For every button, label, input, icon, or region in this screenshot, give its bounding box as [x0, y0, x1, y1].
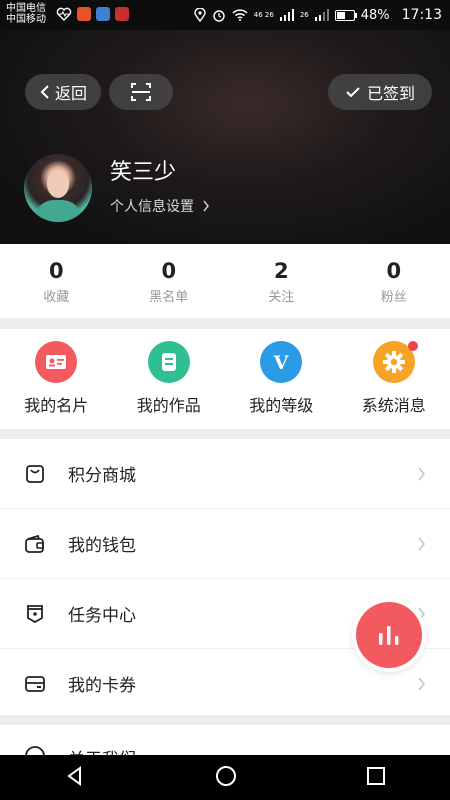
circle-home-icon [215, 765, 236, 786]
alarm-icon [213, 10, 225, 22]
heart-rate-icon [56, 7, 72, 21]
location-icon [194, 8, 206, 22]
id-card-icon [35, 341, 78, 383]
quick-actions: 我的名片 我的作品 V 我的等级 系统消息 [0, 329, 450, 429]
notification-icons [56, 7, 129, 21]
chevron-right-icon [203, 200, 209, 212]
stat-following[interactable]: 2 关注 [225, 244, 338, 318]
stat-blacklist[interactable]: 0 黑名单 [113, 244, 226, 318]
stat-label: 黑名单 [149, 290, 189, 305]
carrier-2: 中国移动 [6, 14, 46, 25]
menu-label: 关于我们 [68, 745, 136, 755]
menu-list: 积分商城 我的钱包 任务中心 我的卡券 [0, 439, 450, 719]
menu-points-mall[interactable]: 积分商城 [0, 439, 450, 509]
back-label: 返回 [54, 84, 87, 103]
app-notification-icon [77, 7, 91, 21]
quick-my-card[interactable]: 我的名片 [0, 329, 113, 429]
stat-label: 关注 [268, 290, 295, 305]
svg-text:V: V [273, 353, 290, 371]
triangle-back-icon [67, 765, 82, 786]
level-v-icon: V [260, 341, 303, 383]
network-type: 46 26 [253, 10, 274, 19]
stat-value: 0 [386, 259, 402, 283]
floating-chart-button[interactable] [356, 602, 422, 668]
scan-button[interactable] [109, 74, 173, 110]
wallet-icon [24, 533, 46, 555]
status-bar: 中国电信 中国移动 46 26 26 48% 17:13 [0, 0, 450, 30]
signal-icon [279, 9, 294, 21]
battery-percent: 48% [360, 7, 390, 23]
quick-label: 我的作品 [136, 396, 201, 415]
profile-header: 返回 已签到 笑三少 个人信息设置 [0, 30, 450, 244]
carrier-info: 中国电信 中国移动 [6, 3, 46, 25]
avatar[interactable] [24, 154, 92, 222]
stat-followers[interactable]: 0 粉丝 [338, 244, 450, 318]
badge-icon [24, 603, 46, 625]
quick-label: 系统消息 [361, 396, 426, 415]
square-recents-icon [366, 766, 385, 785]
avatar-face [47, 170, 69, 198]
info-icon [24, 745, 46, 755]
stat-favorites[interactable]: 0 收藏 [0, 244, 113, 318]
stat-value: 2 [273, 259, 289, 283]
quick-label: 我的名片 [24, 396, 89, 415]
stat-value: 0 [48, 259, 64, 283]
quick-my-works[interactable]: 我的作品 [113, 329, 226, 429]
shopping-bag-icon [24, 463, 46, 485]
stats-bar: 0 收藏 0 黑名单 2 关注 0 粉丝 [0, 244, 450, 318]
network-type-2: 26 [299, 11, 309, 19]
back-button[interactable]: 返回 [25, 74, 101, 110]
carrier-1: 中国电信 [6, 3, 46, 14]
section-divider [0, 429, 450, 439]
signal-icon-2 [314, 9, 329, 21]
menu-label: 我的卡券 [68, 676, 136, 696]
chevron-right-icon [417, 462, 426, 486]
app-notification-icon-3 [115, 7, 129, 21]
profile-settings-link[interactable]: 个人信息设置 [110, 196, 210, 216]
menu-about-us[interactable]: 关于我们 [0, 725, 450, 755]
battery-icon [334, 9, 357, 21]
card-icon [24, 673, 46, 695]
quick-my-level[interactable]: V 我的等级 [225, 329, 338, 429]
back-nav-button[interactable] [64, 765, 86, 791]
clock: 17:13 [401, 7, 442, 23]
system-nav-bar [0, 755, 450, 800]
document-icon [147, 341, 190, 383]
chevron-right-icon [417, 532, 426, 556]
notification-dot [407, 341, 418, 351]
chevron-right-icon [417, 672, 426, 696]
quick-system-messages[interactable]: 系统消息 [338, 329, 450, 429]
app-notification-icon-2 [96, 7, 110, 21]
stat-label: 粉丝 [380, 290, 407, 305]
stat-label: 收藏 [43, 290, 70, 305]
section-divider [0, 715, 450, 725]
menu-label: 我的钱包 [68, 536, 136, 556]
stat-value: 0 [161, 259, 177, 283]
wifi-icon [232, 9, 248, 21]
check-icon [346, 87, 360, 98]
section-divider [0, 318, 450, 329]
status-right: 46 26 26 48% 17:13 [194, 7, 442, 23]
chevron-left-icon [40, 85, 49, 99]
home-nav-button[interactable] [215, 765, 237, 791]
profile-settings-label: 个人信息设置 [110, 199, 194, 215]
checked-in-label: 已签到 [366, 84, 415, 103]
bar-chart-icon [379, 626, 399, 645]
quick-label: 我的等级 [249, 396, 314, 415]
menu-wallet[interactable]: 我的钱包 [0, 509, 450, 579]
username: 笑三少 [110, 160, 177, 185]
avatar-body [34, 200, 82, 222]
menu-label: 积分商城 [68, 466, 136, 486]
recents-nav-button[interactable] [366, 766, 386, 790]
scan-icon [131, 83, 151, 101]
checked-in-button[interactable]: 已签到 [328, 74, 432, 110]
